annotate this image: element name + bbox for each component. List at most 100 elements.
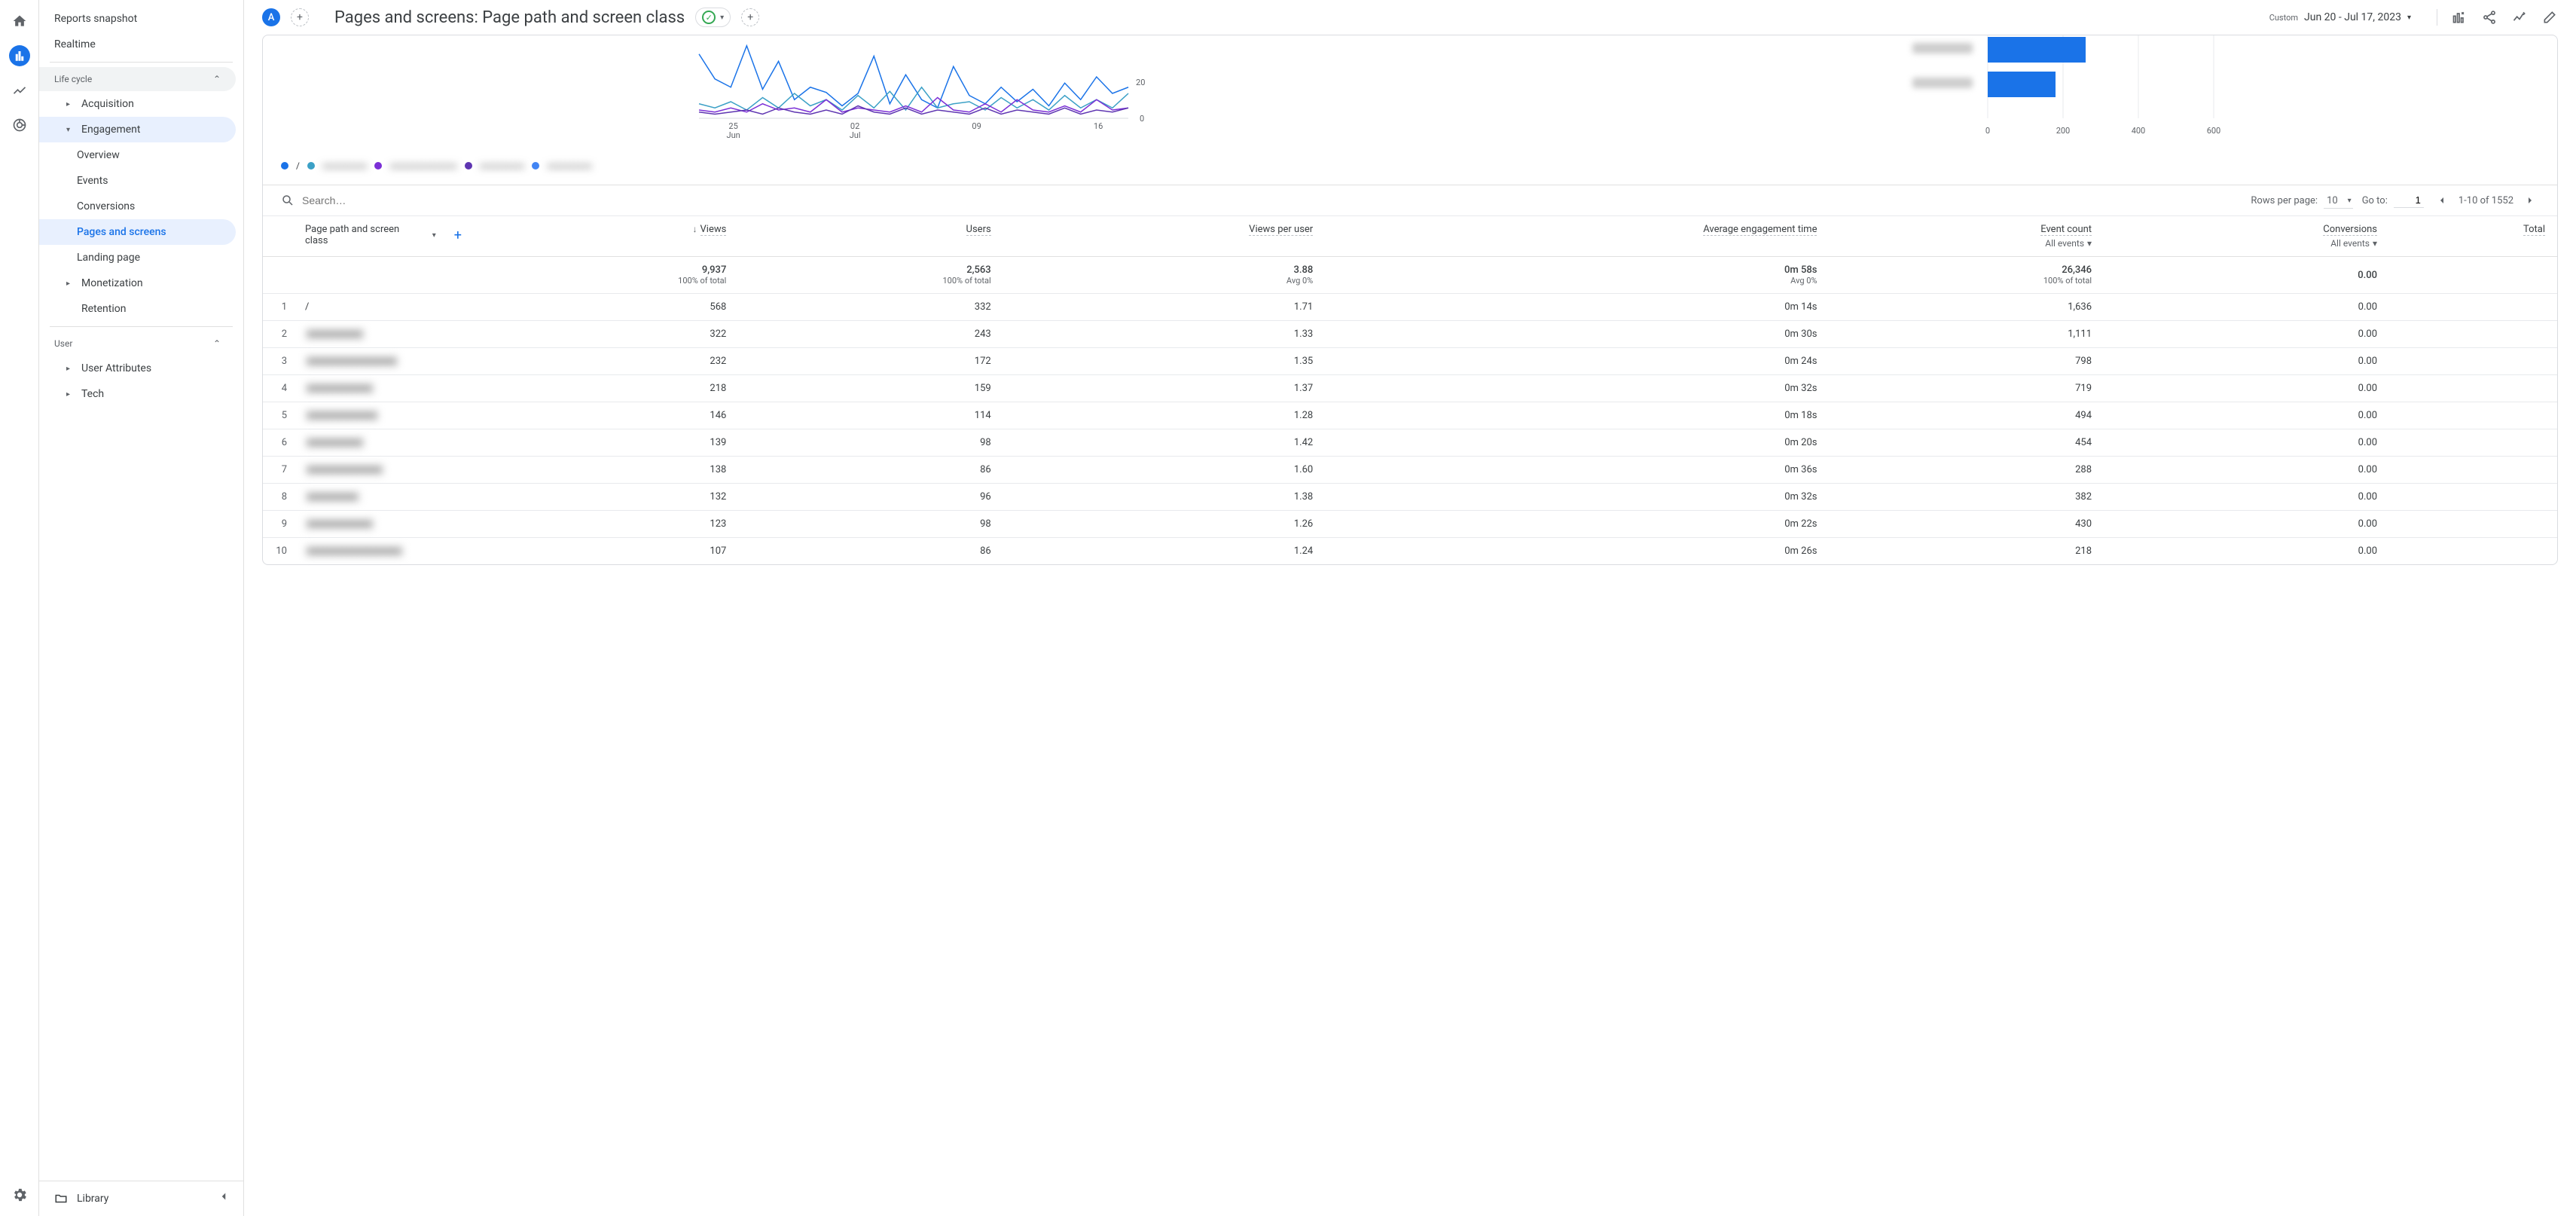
sidebar-item-landing-page[interactable]: Landing page (39, 245, 236, 270)
sidebar-item-engagement[interactable]: ▾ Engagement (39, 117, 236, 142)
column-header-views[interactable]: ↓Views (474, 216, 738, 257)
chevron-down-icon: ▾ (2348, 197, 2352, 205)
sidebar-item-retention[interactable]: Retention (39, 296, 236, 322)
sidebar-item-events[interactable]: Events (39, 168, 236, 194)
svg-text:Jun: Jun (727, 130, 740, 140)
segment-avatar[interactable]: A (262, 8, 280, 26)
goto-input[interactable] (2394, 193, 2424, 208)
chevron-down-icon[interactable]: ▾ (2087, 238, 2092, 249)
collapse-sidebar-button[interactable] (210, 1183, 237, 1210)
legend-dot (307, 162, 315, 170)
sidebar-item-tech[interactable]: ▸ Tech (39, 381, 236, 407)
add-segment-button[interactable]: + (291, 8, 309, 26)
chevron-up-icon: ⌃ (213, 338, 221, 349)
edit-icon[interactable] (2541, 9, 2558, 26)
table-row[interactable]: 2 xxxxxxxxxxx 322 243 1.33 0m 30s 1,111 … (263, 321, 2557, 348)
sidebar: Reports snapshot Realtime Life cycle ⌃ ▸… (39, 0, 244, 1216)
svg-text:Jul: Jul (850, 130, 861, 140)
legend-label-blurred: xxxxxxxxxx (547, 160, 592, 171)
chevron-right-icon: ▸ (66, 365, 75, 373)
search-icon (281, 194, 295, 207)
customize-report-icon[interactable] (2451, 9, 2468, 26)
column-header-users[interactable]: Users (738, 216, 1003, 257)
sidebar-item-conversions[interactable]: Conversions (39, 194, 236, 219)
dimension-header[interactable]: Page path and screen class ▾ + (293, 216, 474, 257)
report-card: 02025Jun02Jul0916 0200400600 / xxxxxxxxx… (262, 35, 2558, 565)
table-row[interactable]: 3 xxxxxxxxxxxxxxxxxx 232 172 1.35 0m 24s… (263, 348, 2557, 375)
settings-icon[interactable] (9, 1184, 30, 1205)
table-row[interactable]: 7 xxxxxxxxxxxxxxx 138 86 1.60 0m 36s 288… (263, 457, 2557, 484)
chevron-right-icon: ▸ (66, 100, 75, 108)
table-row[interactable]: 9 xxxxxxxxxxxxx 123 98 1.26 0m 22s 430 0… (263, 511, 2557, 538)
bar-chart: 0 200 400 600 (1587, 35, 2539, 141)
page-header: A + Pages and screens: Page path and scr… (244, 0, 2576, 35)
home-icon[interactable] (9, 11, 30, 32)
line-chart: 02025Jun02Jul0916 (281, 35, 1569, 141)
chevron-down-icon: ▾ (2407, 14, 2411, 22)
totals-row: 9,937100% of total 2,563100% of total 3.… (263, 257, 2557, 294)
search-input[interactable] (302, 194, 453, 206)
chevron-up-icon: ⌃ (213, 74, 221, 84)
add-dimension-button[interactable]: + (454, 228, 462, 243)
chevron-down-icon: ▾ (66, 126, 75, 134)
data-quality-chip[interactable]: ✓ ▾ (695, 8, 731, 27)
check-icon: ✓ (702, 11, 716, 24)
chevron-right-icon: ▸ (66, 280, 75, 288)
svg-text:16: 16 (1094, 121, 1103, 131)
chevron-down-icon[interactable]: ▾ (432, 231, 436, 240)
table-row[interactable]: 1 / 568 332 1.71 0m 14s 1,636 0.00 (263, 294, 2557, 321)
legend-dot (465, 162, 472, 170)
goto-label: Go to: (2362, 195, 2388, 206)
table-row[interactable]: 4 xxxxxxxxxxxxx 218 159 1.37 0m 32s 719 … (263, 375, 2557, 402)
next-page-button[interactable] (2521, 191, 2539, 209)
table-row[interactable]: 5 xxxxxxxxxxxxxx 146 114 1.28 0m 18s 494… (263, 402, 2557, 429)
svg-text:400: 400 (2132, 126, 2146, 136)
column-header-conversions[interactable]: ConversionsAll events▾ (2104, 216, 2389, 257)
svg-text:200: 200 (2056, 126, 2071, 136)
icon-rail (0, 0, 39, 1216)
table-row[interactable]: 8 xxxxxxxxxx 132 96 1.38 0m 32s 382 0.00 (263, 484, 2557, 511)
sidebar-group-user[interactable]: User ⌃ (39, 331, 236, 356)
column-header-views-per-user[interactable]: Views per user (1003, 216, 1326, 257)
add-comparison-button[interactable]: + (741, 8, 759, 26)
legend-dot (532, 162, 539, 170)
column-header-avg-engagement[interactable]: Average engagement time (1325, 216, 1829, 257)
chevron-down-icon: ▾ (720, 14, 724, 22)
legend-label: / (296, 160, 300, 171)
folder-icon (54, 1192, 68, 1205)
table-row[interactable]: 10 xxxxxxxxxxxxxxxxxxx 107 86 1.24 0m 26… (263, 538, 2557, 565)
reports-icon[interactable] (9, 45, 30, 66)
sidebar-realtime[interactable]: Realtime (39, 32, 243, 57)
sidebar-item-monetization[interactable]: ▸ Monetization (39, 270, 236, 296)
chevron-right-icon: ▸ (66, 390, 75, 399)
rows-per-page-label: Rows per page: (2251, 195, 2318, 206)
advertising-icon[interactable] (9, 115, 30, 136)
sidebar-item-user-attributes[interactable]: ▸ User Attributes (39, 356, 236, 381)
share-icon[interactable] (2481, 9, 2498, 26)
table-controls: Rows per page: 10 ▾ Go to: (263, 185, 2557, 215)
sidebar-item-overview[interactable]: Overview (39, 142, 236, 168)
prev-page-button[interactable] (2433, 191, 2451, 209)
legend-dot (374, 162, 382, 170)
svg-text:20: 20 (1136, 78, 1145, 87)
svg-text:09: 09 (972, 121, 981, 131)
legend-label-blurred: xxxxxxxxxxxxxxx (389, 160, 456, 171)
chart-legend: / xxxxxxxxxx xxxxxxxxxxxxxxx xxxxxxxxxx … (263, 153, 2557, 185)
legend-dot (281, 162, 288, 170)
column-header-total[interactable]: Total (2389, 216, 2557, 257)
svg-text:0: 0 (1985, 126, 1990, 136)
table-row[interactable]: 6 xxxxxxxxxxx 139 98 1.42 0m 20s 454 0.0… (263, 429, 2557, 457)
legend-label-blurred: xxxxxxxxxx (322, 160, 368, 171)
sidebar-item-acquisition[interactable]: ▸ Acquisition (39, 91, 236, 117)
sidebar-group-life-cycle[interactable]: Life cycle ⌃ (39, 67, 236, 91)
date-range-picker[interactable]: Custom Jun 20 - Jul 17, 2023 ▾ (2269, 11, 2411, 23)
svg-text:600: 600 (2207, 126, 2221, 136)
insights-icon[interactable] (2511, 9, 2528, 26)
sidebar-reports-snapshot[interactable]: Reports snapshot (39, 6, 243, 32)
page-title: Pages and screens: Page path and screen … (334, 8, 685, 27)
column-header-event-count[interactable]: Event countAll events▾ (1829, 216, 2104, 257)
chevron-down-icon[interactable]: ▾ (2373, 238, 2377, 249)
legend-label-blurred: xxxxxxxxxx (480, 160, 525, 171)
sidebar-item-pages-screens[interactable]: Pages and screens (39, 219, 236, 245)
explore-icon[interactable] (9, 80, 30, 101)
